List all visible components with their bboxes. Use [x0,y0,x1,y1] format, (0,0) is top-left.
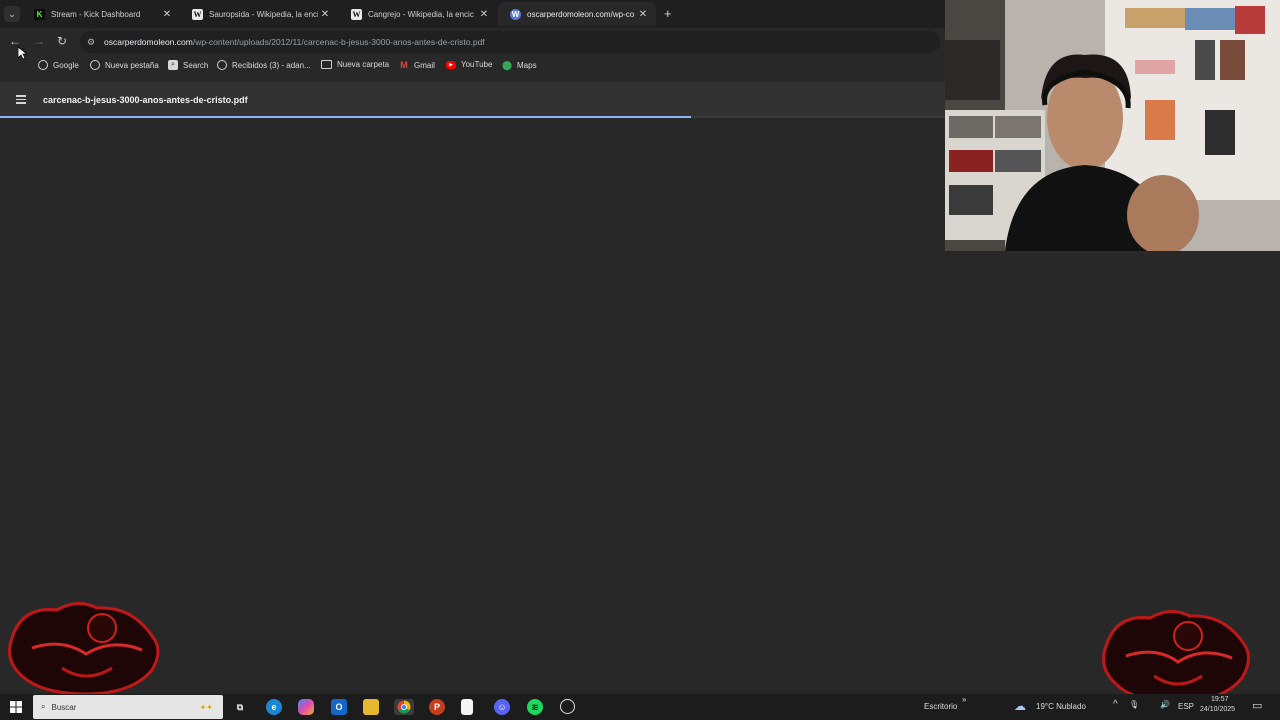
bookmark-search[interactable]: ⌕ Search [168,60,208,70]
google-icon [217,60,227,70]
tab-sauropsida[interactable]: W Sauropsida - Wikipedia, la encic ✕ [180,2,338,26]
bookmark-nueva-carpeta[interactable]: Nueva carpeta [321,60,389,69]
kick-icon: K [34,8,45,20]
task-view-icon[interactable]: ⧉ [232,699,248,715]
mascot-right-logo [1102,610,1250,704]
back-arrow-icon[interactable]: ← [9,34,21,48]
bookmark-label: YouTube [461,60,493,69]
discord-icon[interactable]: ☺ [494,699,510,715]
volume-icon[interactable]: 🔊 [1160,700,1170,709]
search-icon: ⌕ [41,702,46,711]
youtube-icon: ▶ [446,60,456,69]
windows-taskbar: ⌕ Buscar ✦✦ ⧉ e O P ☺ ≋ Escritorio » ☁ 1… [0,694,1280,720]
tab-oscarperdomoleon[interactable]: W oscarperdomoleon.com/wp-co ✕ [498,2,656,26]
pdf-filename: carcenac-b-jesus-3000-anos-antes-de-cris… [43,95,248,105]
gmail-icon: M [400,60,408,70]
language-indicator[interactable]: ESP [1178,702,1194,711]
clock-date[interactable]: 24/10/2025 [1200,706,1235,713]
menu-icon[interactable] [16,95,26,106]
document-icon[interactable] [461,699,473,715]
new-tab-plus-icon[interactable]: + [664,6,672,21]
obs-icon[interactable] [560,699,575,714]
tab-cangrejo[interactable]: W Cangrejo - Wikipedia, la encic ✕ [339,2,497,26]
bookmark-youtube[interactable]: ▶ YouTube [446,60,492,69]
tab-title: Stream - Kick Dashboard [51,9,141,19]
wordpress-icon: W [510,8,521,20]
tab-title: oscarperdomoleon.com/wp-co [527,9,635,19]
bookmark-maps[interactable]: ⬤ Maps [502,60,537,70]
close-icon[interactable]: ✕ [477,9,491,20]
chrome-icon[interactable] [394,699,414,715]
url-host: oscarperdomoleon.com [104,37,193,47]
bookmark-label: Nueva carpeta [337,60,390,69]
toolbar-expand-chevron[interactable]: » [962,695,966,704]
forward-arrow-icon[interactable]: → [33,34,45,48]
notification-icon[interactable]: ▭ [1252,699,1262,712]
bookmark-label: Nueva pestaña [105,60,159,70]
mouse-cursor-icon [18,47,27,60]
outlook-icon[interactable]: O [331,699,347,715]
wikipedia-icon: W [192,8,203,20]
powerpoint-icon[interactable]: P [429,699,445,715]
search-icon: ⌕ [168,60,178,70]
bookmark-label: Maps [517,60,537,70]
file-explorer-icon[interactable] [363,699,379,715]
tab-search-button[interactable]: ⌄ [4,6,20,22]
microphone-icon[interactable]: 🎙 [1129,700,1139,709]
cloud-weather-icon: ☁ [1014,699,1026,713]
clock-time[interactable]: 19:57 [1211,696,1229,703]
taskbar-search-box[interactable]: ⌕ Buscar ✦✦ [33,695,223,719]
close-icon[interactable]: ✕ [318,9,332,20]
globe-icon [90,60,100,70]
webcam-image [945,0,1280,251]
bookmark-label: Recibidos (3) - adan... [232,60,311,70]
bookmark-google[interactable]: Google [38,60,79,70]
bookmark-recibidos[interactable]: Recibidos (3) - adan... [217,60,311,70]
desktop-toolbar-label[interactable]: Escritorio [924,702,957,711]
reload-icon[interactable]: ↻ [57,34,67,48]
folder-icon [321,60,332,69]
edge-icon[interactable]: e [266,699,282,715]
copilot-icon[interactable] [298,699,314,715]
bookmark-label: Google [53,60,79,70]
bookmark-label: Gmail [414,60,435,70]
copilot-sparkle-icon: ✦✦ [199,702,213,712]
chevron-down-icon: ⌄ [8,8,16,19]
mascot-left-logo [8,602,160,696]
weather-text[interactable]: 19°C Nublado [1036,702,1086,711]
address-bar[interactable]: ⚙ oscarperdomoleon.com /wp-content/uploa… [80,31,940,53]
maps-icon: ⬤ [501,59,513,70]
bookmark-gmail[interactable]: M Gmail [399,60,435,70]
close-icon[interactable]: ✕ [636,9,650,20]
tab-title: Sauropsida - Wikipedia, la encic [209,9,318,19]
google-icon [38,60,48,70]
tab-kick[interactable]: K Stream - Kick Dashboard ✕ [22,2,180,26]
bookmark-nueva-pestana[interactable]: Nueva pestaña [90,60,159,70]
bookmark-label: Search [183,60,209,70]
tab-title: Cangrejo - Wikipedia, la encic [368,9,474,19]
webcam-overlay [945,0,1280,251]
close-icon[interactable]: ✕ [160,9,174,20]
url-path: /wp-content/uploads/2012/11/carcenac-b-j… [192,37,485,47]
site-info-icon[interactable]: ⚙ [87,37,101,48]
wikipedia-icon: W [351,8,362,20]
search-placeholder: Buscar [51,702,77,712]
spotify-icon[interactable]: ≋ [527,699,543,715]
windows-start-icon[interactable] [8,699,24,715]
chevron-up-icon[interactable]: ^ [1113,699,1118,710]
